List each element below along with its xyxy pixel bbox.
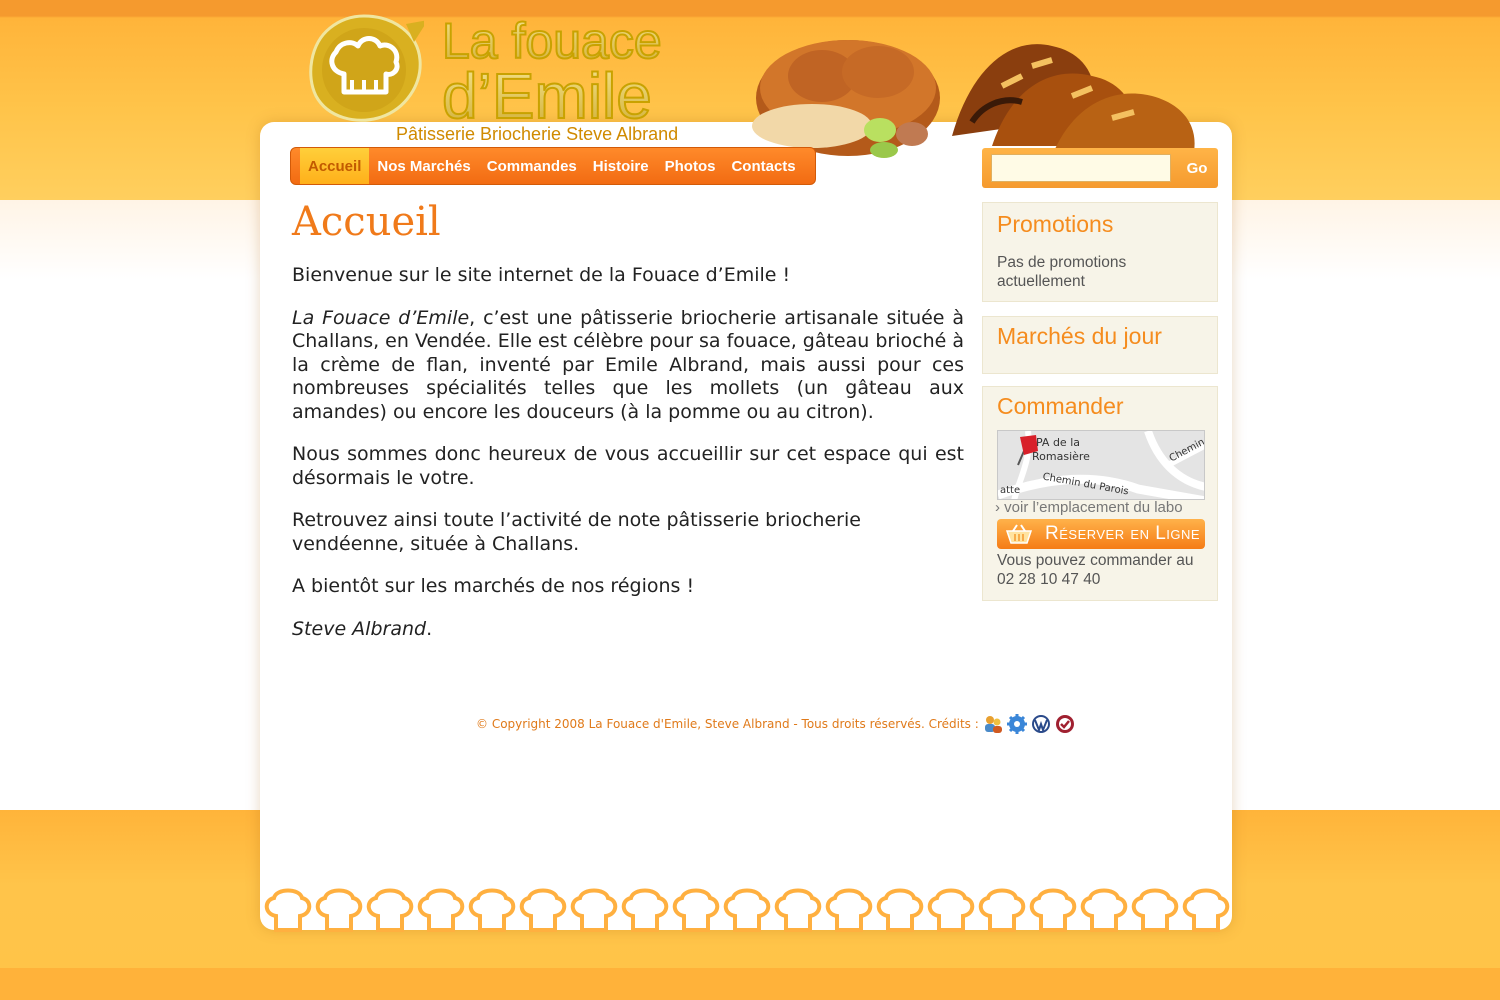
commander-box: Commander PA de la Romasière Chemin du P… [982,386,1218,601]
chef-hat-deco-icon [1080,888,1128,932]
chef-hat-deco-icon [774,888,822,932]
marches-box: Marchés du jour [982,316,1218,374]
chef-hat-logo-icon[interactable] [306,12,424,126]
intro-paragraph: La Fouace d’Emile, c’est une pâtisserie … [292,307,964,425]
pastries-image [752,40,1195,161]
nav-item-histoire[interactable]: Histoire [585,148,657,184]
chef-hat-deco-icon [315,888,363,932]
chef-hat-deco-icon [264,888,312,932]
signature-period: . [426,617,433,640]
chef-hat-deco-icon [1029,888,1077,932]
chef-hat-deco-icon [519,888,567,932]
nav-item-nos-marches[interactable]: Nos Marchés [369,148,478,184]
wordpress-icon[interactable] [1031,714,1051,734]
signature: Steve Albrand. [292,618,964,642]
markets-paragraph: A bientôt sur les marchés de nos régions… [292,575,695,597]
search-go-button[interactable]: Go [1182,156,1212,180]
users-icon[interactable] [983,714,1003,734]
chef-hat-deco-icon [417,888,465,932]
map-label-atte: atte [1000,485,1021,496]
gear-icon[interactable] [1006,714,1027,734]
main-nav: Accueil Nos Marchés Commandes Histoire P… [290,147,816,185]
credit-icons [983,714,1075,734]
chef-hat-deco-icon [621,888,669,932]
view-lab-location-link[interactable]: › voir l’emplacement du labo [995,499,1183,516]
chef-hat-deco-icon [723,888,771,932]
nav-item-contacts[interactable]: Contacts [723,148,803,184]
activity-paragraph: Retrouvez ainsi toute l’activité de note… [292,509,861,555]
location-map[interactable]: PA de la Romasière Chemin du Parois Chem… [997,430,1205,500]
footer: © Copyright 2008 La Fouace d'Emile, Stev… [476,714,1075,734]
brand-name-italic: La Fouace d’Emile [292,306,470,329]
commander-title: Commander [997,393,1124,419]
chef-hat-deco-icon [1182,888,1230,932]
chef-hat-deco-icon [468,888,516,932]
logo-line-2: d’Emile [441,60,653,132]
nav-item-accueil[interactable]: Accueil [300,148,370,184]
nav-item-commandes[interactable]: Commandes [479,148,585,184]
map-label-romasiere: Romasière [1032,450,1090,463]
site-tagline: Pâtisserie Briocherie Steve Albrand [396,124,679,144]
promotions-text: Pas de promotions actuellement [997,254,1127,290]
search-bar: Go [982,148,1218,188]
badge-icon[interactable] [1055,714,1075,734]
chef-hat-deco-icon [366,888,414,932]
signature-name: Steve Albrand [292,617,427,640]
reserve-online-button[interactable]: Réserver en Ligne [997,519,1205,549]
copyright-text: © Copyright 2008 La Fouace d'Emile, Stev… [476,717,979,731]
welcome-paragraph: Bienvenue sur le site internet de la Fou… [292,264,791,286]
site-logo-title[interactable]: La fouace d’Emile [441,13,742,129]
main-content: Accueil Bienvenue sur le site internet d… [292,196,964,660]
promotions-title: Promotions [997,211,1114,237]
map-label-pa: PA de la [1036,436,1080,449]
welcome-space-paragraph: Nous sommes donc heureux de vous accueil… [292,443,964,489]
chef-hat-deco-icon [927,888,975,932]
chef-hat-deco-icon [876,888,924,932]
chef-hat-deco-icon [978,888,1026,932]
nav-item-photos[interactable]: Photos [657,148,724,184]
chef-hat-deco-icon [825,888,873,932]
chef-hat-deco-icon [570,888,618,932]
marches-title: Marchés du jour [997,323,1162,349]
footer-band [0,968,1500,1000]
shopping-basket-icon [1005,524,1033,544]
reserve-online-label: Réserver en Ligne [1045,523,1201,544]
chef-hat-deco-icon [672,888,720,932]
search-input[interactable] [991,154,1171,182]
order-phone-text: Vous pouvez commander au 02 28 10 47 40 [997,552,1194,588]
promotions-box: Promotions Pas de promotions actuellemen… [982,202,1218,302]
chef-hat-pattern [264,888,1230,932]
chef-hat-deco-icon [1131,888,1179,932]
page-title: Accueil [292,199,441,245]
